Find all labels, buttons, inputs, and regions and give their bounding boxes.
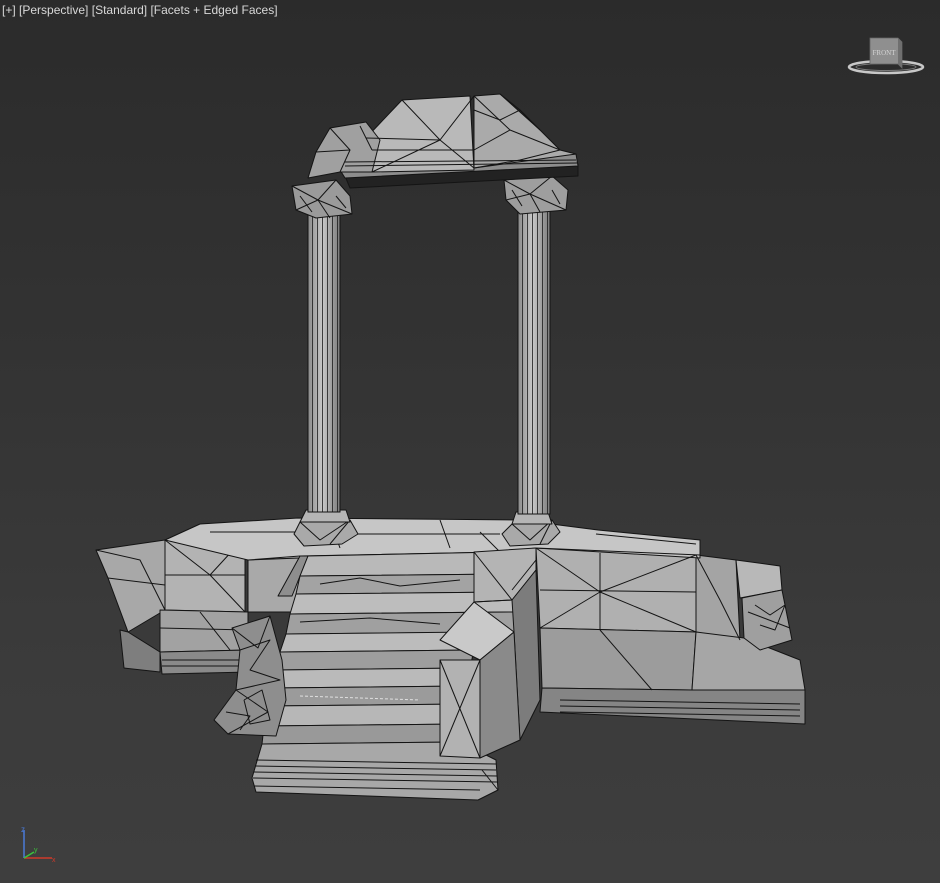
perspective-viewport[interactable]: [+] [Perspective] [Standard] [Facets + E…	[0, 0, 940, 883]
viewport-display-mode-menu[interactable]: [Facets + Edged Faces]	[150, 3, 277, 17]
viewport-plus-menu[interactable]: [+]	[2, 3, 16, 17]
viewport-label-menu: [+] [Perspective] [Standard] [Facets + E…	[2, 3, 278, 17]
right-wall-block	[535, 534, 806, 725]
left-column	[291, 179, 359, 547]
axis-y-label: y	[34, 847, 38, 854]
axis-tripod-icon: z y x	[21, 825, 56, 864]
right-column	[501, 175, 569, 547]
viewport-view-menu[interactable]: [Perspective]	[19, 3, 88, 17]
axis-z-label: z	[21, 825, 25, 834]
temple-ruins-mesh[interactable]	[0, 0, 940, 883]
axis-x-label: x	[52, 857, 56, 864]
viewcube-front-face-label[interactable]: FRONT	[873, 49, 897, 57]
broken-arch-entablature	[307, 93, 579, 189]
viewcube[interactable]: FRONT	[846, 34, 926, 80]
viewport-shading-menu[interactable]: [Standard]	[92, 3, 147, 17]
